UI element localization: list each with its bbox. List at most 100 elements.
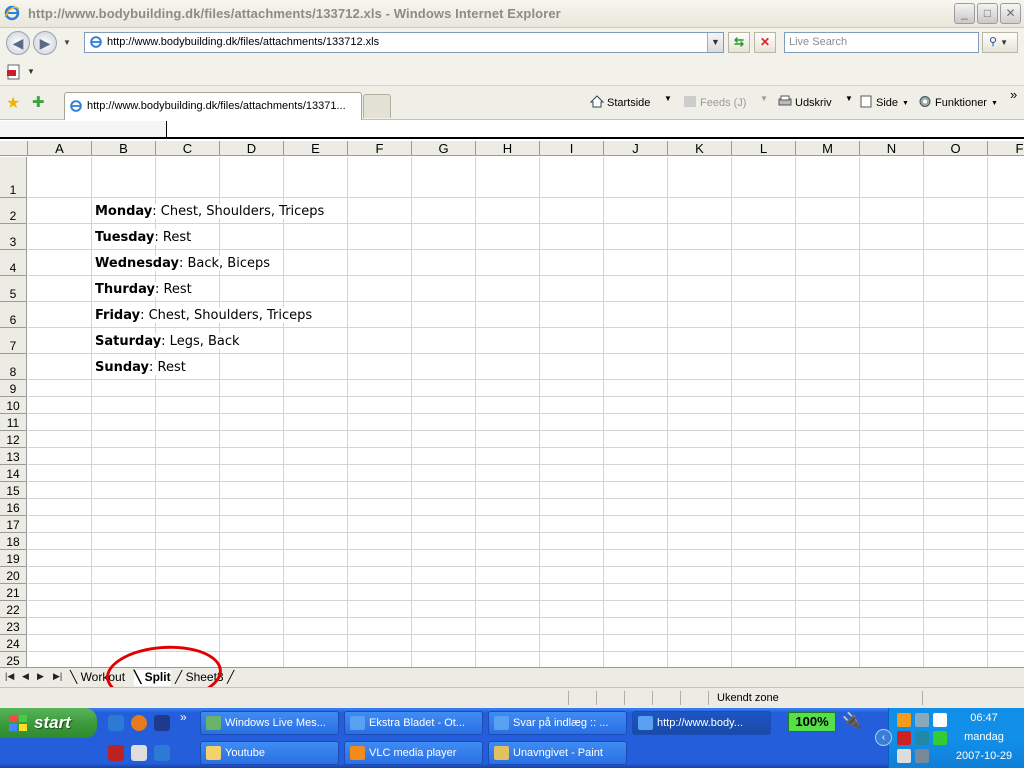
feeds-button[interactable]: Feeds (J) — [683, 95, 746, 109]
cell[interactable] — [604, 465, 668, 482]
cell[interactable] — [604, 584, 668, 601]
cell[interactable] — [412, 584, 476, 601]
cell[interactable] — [412, 618, 476, 635]
cell[interactable] — [476, 414, 540, 431]
cell[interactable] — [668, 448, 732, 465]
cell[interactable] — [348, 354, 412, 380]
cell[interactable] — [476, 276, 540, 302]
cell[interactable] — [924, 465, 988, 482]
taskbar-item-paint[interactable]: Unavngivet - Paint — [488, 741, 627, 765]
cell[interactable] — [412, 198, 476, 224]
cell[interactable] — [28, 224, 92, 250]
cell[interactable] — [28, 550, 92, 567]
ie-quicklaunch-icon[interactable] — [108, 715, 124, 731]
cell[interactable] — [604, 652, 668, 667]
address-url[interactable]: http://www.bodybuilding.dk/files/attachm… — [107, 36, 379, 48]
row-header[interactable]: 6 — [0, 302, 27, 328]
cell[interactable] — [284, 431, 348, 448]
cell[interactable] — [348, 567, 412, 584]
favorites-star-icon[interactable]: ★ — [6, 93, 20, 113]
cell[interactable] — [988, 354, 1024, 380]
cell[interactable] — [220, 601, 284, 618]
cell[interactable] — [220, 652, 284, 667]
firefox-quicklaunch-icon[interactable] — [131, 715, 147, 731]
cell[interactable] — [668, 397, 732, 414]
cell[interactable] — [156, 397, 220, 414]
cell[interactable] — [28, 157, 92, 198]
cell[interactable] — [284, 516, 348, 533]
cell[interactable] — [796, 499, 860, 516]
cell[interactable] — [988, 618, 1024, 635]
cell[interactable] — [476, 533, 540, 550]
cell[interactable] — [668, 380, 732, 397]
cell[interactable] — [924, 414, 988, 431]
cell[interactable] — [284, 157, 348, 198]
cell[interactable] — [540, 157, 604, 198]
cell[interactable] — [348, 499, 412, 516]
row-header[interactable]: 17 — [0, 516, 27, 533]
row-header[interactable]: 8 — [0, 354, 27, 380]
cell[interactable] — [860, 224, 924, 250]
cell[interactable] — [796, 397, 860, 414]
cell[interactable] — [28, 198, 92, 224]
new-tab-button[interactable] — [363, 94, 391, 118]
page-button[interactable]: Side ▼ — [859, 95, 909, 109]
tools-button[interactable]: Funktioner ▼ — [918, 95, 998, 109]
cell[interactable] — [412, 516, 476, 533]
cell[interactable] — [668, 482, 732, 499]
cell[interactable] — [476, 465, 540, 482]
cell[interactable] — [668, 601, 732, 618]
cell[interactable] — [924, 516, 988, 533]
column-header[interactable]: I — [540, 141, 604, 156]
cell[interactable] — [540, 533, 604, 550]
cell[interactable] — [28, 499, 92, 516]
app-quicklaunch-icon[interactable] — [108, 745, 124, 761]
feeds-dropdown-icon[interactable]: ▼ — [760, 94, 768, 103]
cell[interactable] — [668, 652, 732, 667]
cell[interactable] — [604, 482, 668, 499]
start-button[interactable]: start — [0, 708, 97, 738]
quicklaunch-more-icon[interactable]: » — [180, 710, 187, 724]
column-header[interactable]: E — [284, 141, 348, 156]
cell[interactable] — [924, 533, 988, 550]
tray-signal-icon[interactable] — [933, 731, 947, 745]
cell[interactable] — [732, 302, 796, 328]
cell[interactable] — [284, 601, 348, 618]
row-header[interactable]: 7 — [0, 328, 27, 354]
prev-sheet-icon[interactable]: ◀ — [22, 671, 29, 682]
column-header[interactable]: H — [476, 141, 540, 156]
cell[interactable] — [668, 250, 732, 276]
cell[interactable] — [924, 601, 988, 618]
taskbar-item-ekstra-bladet[interactable]: Ekstra Bladet - Ot... — [344, 711, 483, 735]
row-header[interactable]: 12 — [0, 431, 27, 448]
cell[interactable] — [732, 380, 796, 397]
cell[interactable] — [348, 414, 412, 431]
cell[interactable] — [604, 448, 668, 465]
cell[interactable] — [476, 567, 540, 584]
cell[interactable] — [924, 397, 988, 414]
cell[interactable] — [540, 567, 604, 584]
cell[interactable] — [28, 302, 92, 328]
cell[interactable] — [540, 354, 604, 380]
cell[interactable] — [988, 431, 1024, 448]
cell[interactable] — [92, 533, 156, 550]
cell[interactable] — [988, 533, 1024, 550]
cell[interactable] — [284, 499, 348, 516]
cell[interactable] — [604, 533, 668, 550]
cell[interactable] — [604, 302, 668, 328]
cell[interactable] — [604, 414, 668, 431]
cell[interactable] — [988, 302, 1024, 328]
cell[interactable] — [348, 550, 412, 567]
cell[interactable] — [988, 465, 1024, 482]
tray-icon-5[interactable] — [915, 731, 929, 745]
cell[interactable] — [348, 533, 412, 550]
cell[interactable] — [348, 635, 412, 652]
cell[interactable] — [220, 465, 284, 482]
cell[interactable] — [988, 567, 1024, 584]
cell[interactable] — [412, 250, 476, 276]
cell[interactable] — [156, 601, 220, 618]
cell[interactable] — [796, 302, 860, 328]
cell[interactable] — [860, 328, 924, 354]
cell[interactable] — [668, 618, 732, 635]
cell[interactable] — [796, 652, 860, 667]
